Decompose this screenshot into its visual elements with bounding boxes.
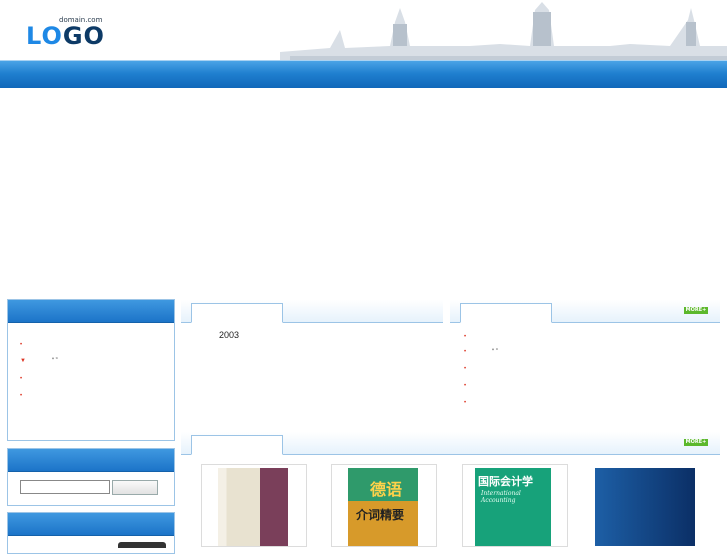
site-header: domain.com LOGO — [0, 0, 727, 89]
list-item[interactable]: • — [20, 376, 48, 382]
more-badge-icon[interactable]: MORE+ — [684, 307, 708, 314]
intro-text: 2003 — [219, 330, 240, 340]
more-badge-icon[interactable]: MORE+ — [684, 439, 708, 446]
book-cover-image: 德语 介词精要 — [348, 468, 418, 546]
book-cover-title: 介词精要 — [356, 508, 405, 522]
login-image — [118, 542, 166, 548]
tab-books[interactable] — [191, 435, 283, 455]
login-box-header — [8, 513, 174, 536]
logo-text: LOGO — [26, 22, 105, 50]
list-item[interactable]: • — [464, 366, 492, 372]
site-logo[interactable]: domain.com LOGO — [26, 16, 106, 50]
search-box-header — [8, 449, 174, 472]
notice-box-header — [8, 300, 174, 323]
search-input[interactable] — [20, 480, 110, 494]
book-cover-title: 国际会计学 — [478, 475, 533, 488]
list-item[interactable]: ▼ “ ” — [20, 358, 58, 364]
header-banner-bar — [0, 60, 727, 89]
book-cover-image — [218, 468, 288, 546]
search-box — [7, 448, 175, 506]
intro-panel-header — [181, 300, 443, 323]
notice-box: • ▼ “ ” • • — [7, 299, 175, 441]
list-item[interactable]: • — [464, 334, 492, 340]
book-cover-image — [595, 468, 695, 546]
news-panel-header: MORE+ — [450, 300, 720, 323]
list-item[interactable]: • — [464, 400, 492, 406]
tab-intro[interactable] — [191, 303, 283, 323]
book-cover-big-title: 德语 — [370, 480, 403, 499]
book-cover-subtitle: International Accounting — [481, 490, 521, 504]
login-box — [7, 512, 175, 554]
parliament-skyline-image — [270, 0, 727, 62]
list-item[interactable]: • — [20, 393, 48, 399]
book-thumbnail[interactable]: 国际会计学 International Accounting — [462, 464, 568, 547]
hero-area — [0, 88, 727, 296]
book-thumbnail[interactable] — [201, 464, 307, 547]
list-item[interactable]: • — [464, 383, 492, 389]
search-button[interactable] — [112, 480, 158, 495]
books-panel-header: MORE+ — [181, 432, 720, 455]
book-thumbnail[interactable]: 德语 介词精要 — [331, 464, 437, 547]
book-thumbnail[interactable] — [592, 464, 698, 547]
list-item[interactable]: • — [20, 342, 48, 348]
book-cover-image: 国际会计学 International Accounting — [475, 468, 551, 546]
list-item[interactable]: • “ ” — [464, 349, 498, 355]
tab-news[interactable] — [460, 303, 552, 323]
